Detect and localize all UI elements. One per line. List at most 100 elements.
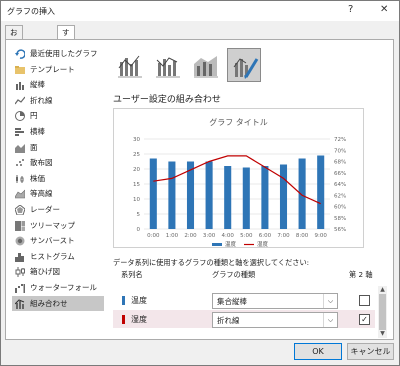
secondary-axis-checkbox[interactable] [359,295,370,306]
surface-chart-icon [14,189,26,199]
chevron-down-icon[interactable]: ⌵ [323,294,337,308]
chart-type-select[interactable]: 折れ線 ⌵ [212,312,338,328]
chart-type-item[interactable]: 散布図 [12,155,104,171]
bar [261,166,269,229]
chart-type-label: サンバースト [30,236,75,246]
header-series-name: 系列名 [121,270,143,279]
treemap-chart-icon [15,220,25,231]
chart-type-item[interactable]: 縦棒 [12,77,104,93]
x-tick-label: 6:00 [259,233,272,239]
chart-type-item[interactable]: 折れ線 [12,93,104,109]
custom-combination-icon[interactable] [227,48,261,82]
bar [317,155,325,229]
chart-type-item[interactable]: 面 [12,140,104,156]
chart-type-item[interactable]: ウォーターフォール [12,280,104,296]
ok-button[interactable]: OK [294,343,342,360]
series-row-humidity: 湿度 折れ線 ⌵ ✓ [113,310,375,328]
chart-type-value: 折れ線 [217,316,240,325]
chart-type-item[interactable]: ツリーマップ [12,218,104,234]
x-tick-label: 0:00 [147,233,160,239]
cancel-button[interactable]: キャンセル [347,343,394,360]
bar [279,164,288,229]
stacked-area-column-icon[interactable] [189,48,223,82]
insert-chart-dialog: グラフの挿入 ? ✕ おすすめグラフ すべてのグラフ 最近使用したグラフテンプレ… [0,0,400,366]
x-tick-label: 5:00 [240,233,253,239]
chart-type-label: 箱ひげ図 [30,267,60,277]
y-tick-label: 10 [133,197,140,203]
bar [205,161,213,229]
chart-type-item[interactable]: 横棒 [12,124,104,140]
series-panel: 系列名 グラフの種類 第 2 軸 温度 集合縦棒 ⌵ 湿度 折れ線 ⌵ ✓ ▲ … [113,268,387,338]
chart-type-item[interactable]: 最近使用したグラフ [12,46,104,62]
boxwhisker-chart-icon [15,267,25,278]
column-chart-icon [15,80,25,91]
clustered-column-line-secondary-icon[interactable] [151,48,185,82]
chart-type-item[interactable]: レーダー [12,202,104,218]
y-tick-label: 5 [137,212,141,218]
stock-chart-icon [15,174,25,184]
legend-label: 湿度 [257,240,269,247]
scroll-up-icon[interactable]: ▲ [378,286,387,294]
chart-type-item[interactable]: 円 [12,108,104,124]
chart-type-label: 等高線 [30,189,53,199]
series-row-temperature: 温度 集合縦棒 ⌵ [113,291,375,309]
radar-chart-icon [14,204,26,216]
y2-tick-label: 64% [334,182,346,188]
combo-chart-icon [14,298,25,309]
close-button[interactable]: ✕ [380,4,388,15]
chart-type-label: 散布図 [30,158,53,168]
series-scrollbar[interactable]: ▲ ▼ [378,286,387,338]
chart-type-item[interactable]: サンバースト [12,233,104,249]
chart-type-item[interactable]: 等高線 [12,186,104,202]
y-tick-label: 0 [137,227,141,233]
chevron-down-icon[interactable]: ⌵ [323,313,337,327]
y2-tick-label: 72% [334,137,346,143]
tab-content-panel: 最近使用したグラフ テンプレート 縦棒 折れ線円横棒面散布図 株価 等高線 レーダー ツリーマ… [5,39,394,340]
chart-type-item[interactable]: 箱ひげ図 [12,264,104,280]
chart-type-label: ヒストグラム [30,251,75,261]
series-name: 湿度 [131,315,147,324]
chart-type-label: 組み合わせ [30,298,68,308]
y2-tick-label: 60% [334,205,346,211]
scatter-chart-icon [15,158,25,168]
x-tick-label: 4:00 [222,233,235,239]
y2-tick-label: 70% [334,148,346,154]
series-instruction: データ系列に使用するグラフの種類と軸を選択してください: [113,258,310,267]
chart-type-item[interactable]: 株価 [12,171,104,187]
chart-type-select[interactable]: 集合縦棒 ⌵ [212,293,338,309]
series-name: 温度 [131,296,147,305]
chart-type-label: 株価 [30,173,45,183]
legend-swatch-bar [212,243,222,246]
x-tick-label: 9:00 [315,233,328,239]
series-color-swatch [122,315,125,324]
title-bar: グラフの挿入 ? ✕ [1,1,399,21]
scroll-down-icon[interactable]: ▼ [378,330,387,338]
secondary-axis-checkbox[interactable]: ✓ [359,314,370,325]
chart-type-label: 折れ線 [30,95,53,105]
chart-type-item[interactable]: 組み合わせ [12,295,104,312]
chart-type-label: 面 [30,142,38,152]
clustered-column-line-icon[interactable] [113,48,147,82]
chart-type-label: ツリーマップ [30,220,75,230]
section-title: ユーザー設定の組み合わせ [113,95,221,105]
help-button[interactable]: ? [348,4,353,15]
chart-type-item[interactable]: ヒストグラム [12,249,104,265]
x-tick-label: 2:00 [184,233,197,239]
recent-icon [15,49,26,59]
bar [149,158,157,229]
chart-preview: グラフ タイトル 0 5 10 15 20 25 30 56% 58% 60% 62% 64% 66% 6… [113,108,364,248]
tab-recommended[interactable]: おすすめグラフ [5,25,23,115]
chart-plot: 0 5 10 15 20 25 30 56% 58% 60% 62% 64% 66% 68% 70% 72% 0… [133,137,346,247]
dialog-title: グラフの挿入 [7,7,55,16]
chart-type-value: 集合縦棒 [217,297,247,306]
histogram-chart-icon [15,252,25,262]
scroll-thumb[interactable] [379,294,386,330]
y-tick-label: 20 [133,167,140,173]
chart-type-item[interactable]: テンプレート [12,62,104,78]
y-tick-label: 25 [133,152,140,158]
sunburst-chart-icon [15,236,25,246]
chart-type-label: ウォーターフォール [30,282,98,292]
y-tick-label: 30 [133,137,140,143]
area-chart-icon [15,143,25,153]
waterfall-chart-icon [15,283,25,293]
